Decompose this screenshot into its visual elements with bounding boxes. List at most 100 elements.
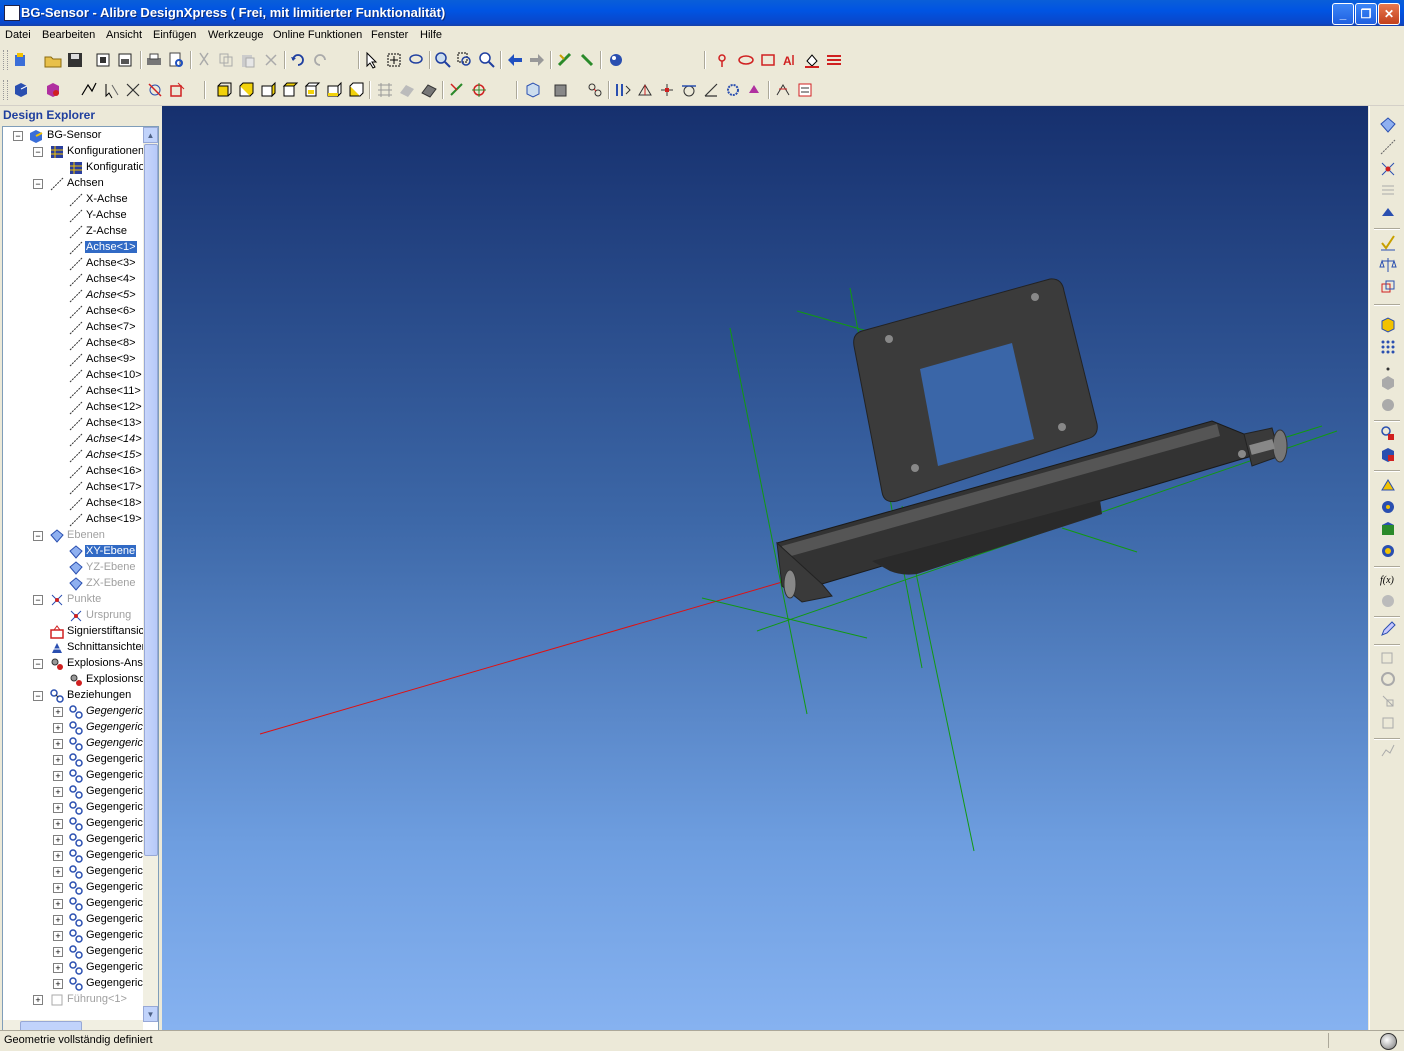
ellipse-icon[interactable] — [737, 51, 755, 69]
menu-fenster[interactable]: Fenster — [371, 29, 408, 41]
menu-hilfe[interactable]: Hilfe — [420, 29, 442, 41]
insert-part-icon[interactable] — [1379, 316, 1397, 334]
menu-ansicht[interactable]: Ansicht — [106, 29, 142, 41]
exit-sketch-icon[interactable] — [578, 51, 596, 69]
menu-datei[interactable]: Datei — [5, 29, 31, 41]
edit-pencil-icon[interactable] — [1379, 620, 1397, 638]
function-icon[interactable]: f(x) — [1379, 570, 1397, 588]
analyze-icon[interactable] — [470, 81, 488, 99]
constraint-delete-icon[interactable] — [168, 81, 186, 99]
scroll-down-button[interactable]: ▼ — [143, 1006, 158, 1022]
open-folder-icon[interactable] — [44, 51, 62, 69]
bill-of-materials-icon[interactable] — [796, 81, 814, 99]
print-icon[interactable] — [145, 51, 163, 69]
constraint-orient-icon[interactable] — [658, 81, 676, 99]
constraint-icon — [69, 929, 83, 943]
line-style-icon[interactable] — [825, 51, 843, 69]
minimize-button[interactable]: _ — [1332, 3, 1354, 25]
cut-feature-icon[interactable] — [1379, 520, 1397, 538]
constraint-tangent-icon[interactable] — [680, 81, 698, 99]
scroll-up-button[interactable]: ▲ — [143, 127, 158, 143]
print-preview-icon[interactable] — [167, 51, 185, 69]
tree-vertical-scrollbar[interactable]: ▲ ▼ — [143, 127, 158, 1022]
assembly-feature-icon[interactable] — [1379, 476, 1397, 494]
view-bottom-icon[interactable] — [325, 81, 343, 99]
hole-feature-icon[interactable] — [1379, 498, 1397, 516]
view-iso-icon[interactable] — [347, 81, 365, 99]
constraint-mate-icon[interactable] — [636, 81, 654, 99]
insert-part-icon[interactable] — [12, 81, 30, 99]
align-icon[interactable] — [124, 81, 142, 99]
sketch-3d-icon[interactable] — [1379, 204, 1397, 222]
rectangle-icon[interactable] — [759, 51, 777, 69]
save-icon[interactable] — [66, 51, 84, 69]
select-arrow-icon[interactable] — [363, 51, 381, 69]
measure-icon[interactable] — [448, 81, 466, 99]
design-explorer-tree[interactable]: − BG-Sensor − Konfigurationen Konfigurat… — [2, 126, 159, 1038]
scrollbar-thumb[interactable] — [144, 144, 158, 856]
mirror-icon[interactable] — [1379, 278, 1397, 296]
text-icon[interactable]: A — [781, 51, 799, 69]
explode-icon[interactable] — [586, 81, 604, 99]
menu-einfuegen[interactable]: Einfügen — [153, 29, 196, 41]
restore-button[interactable]: ❐ — [1355, 3, 1377, 25]
shaded-icon[interactable] — [420, 81, 438, 99]
constraint-icon[interactable] — [80, 81, 98, 99]
model-view[interactable] — [162, 106, 1368, 1030]
toolbar-grip[interactable] — [3, 50, 8, 70]
check-interference-icon[interactable] — [774, 81, 792, 99]
constraint-align-icon[interactable] — [614, 81, 632, 99]
toolbar-grip[interactable] — [3, 80, 8, 100]
next-view-icon — [528, 51, 546, 69]
new-icon[interactable] — [12, 51, 30, 69]
box-select-icon[interactable] — [385, 51, 403, 69]
constraint-gear-icon[interactable] — [724, 81, 742, 99]
view-back-icon[interactable] — [237, 81, 255, 99]
display-style-icon[interactable] — [552, 81, 570, 99]
constraint-icon — [69, 801, 83, 815]
tangent-icon[interactable] — [146, 81, 164, 99]
view-top-icon[interactable] — [303, 81, 321, 99]
undo-icon[interactable] — [289, 51, 307, 69]
status-text: Geometrie vollständig definiert — [4, 1034, 153, 1046]
mate-icon[interactable] — [102, 81, 120, 99]
app-icon[interactable] — [4, 5, 20, 21]
plane-icon[interactable] — [1379, 116, 1397, 134]
point-icon[interactable] — [1379, 160, 1397, 178]
axis-icon — [69, 417, 83, 431]
fill-icon[interactable] — [803, 51, 821, 69]
view-left-icon[interactable] — [259, 81, 277, 99]
view-front-icon[interactable] — [215, 81, 233, 99]
lasso-icon[interactable] — [407, 51, 425, 69]
properties-icon[interactable] — [116, 51, 134, 69]
chamfer-icon[interactable] — [1379, 542, 1397, 560]
menu-bearbeiten[interactable]: Bearbeiten — [42, 29, 95, 41]
point-icon[interactable] — [715, 51, 733, 69]
axis-icon — [69, 401, 83, 415]
sketch-icon[interactable] — [556, 51, 574, 69]
zoom-fit-icon[interactable] — [478, 51, 496, 69]
balance-icon[interactable] — [1379, 256, 1397, 274]
pattern-icon[interactable] — [1379, 338, 1397, 356]
constraint-icon — [69, 737, 83, 751]
insert-component-icon[interactable] — [44, 81, 62, 99]
component-icon[interactable] — [1379, 446, 1397, 464]
replace-component-icon[interactable] — [1379, 424, 1397, 442]
check-icon[interactable] — [1379, 234, 1397, 252]
zoom-window-icon[interactable] — [456, 51, 474, 69]
previous-view-icon[interactable] — [506, 51, 524, 69]
render-icon[interactable] — [607, 51, 625, 69]
menu-online-funktionen[interactable]: Online Funktionen — [273, 29, 362, 41]
3d-viewport[interactable] — [162, 106, 1368, 1030]
section-view-icon[interactable] — [524, 81, 542, 99]
print-setup-icon[interactable] — [94, 51, 112, 69]
tools-toolbar: f(x) — [1369, 106, 1404, 1030]
axis-icon[interactable] — [1379, 138, 1397, 156]
view-right-icon[interactable] — [281, 81, 299, 99]
hexagon-icon — [1379, 374, 1397, 392]
menu-werkzeuge[interactable]: Werkzeuge — [208, 29, 263, 41]
constraint-cam-icon[interactable] — [746, 81, 764, 99]
zoom-in-icon[interactable] — [434, 51, 452, 69]
constraint-angle-icon[interactable] — [702, 81, 720, 99]
close-button[interactable]: ✕ — [1378, 3, 1400, 25]
